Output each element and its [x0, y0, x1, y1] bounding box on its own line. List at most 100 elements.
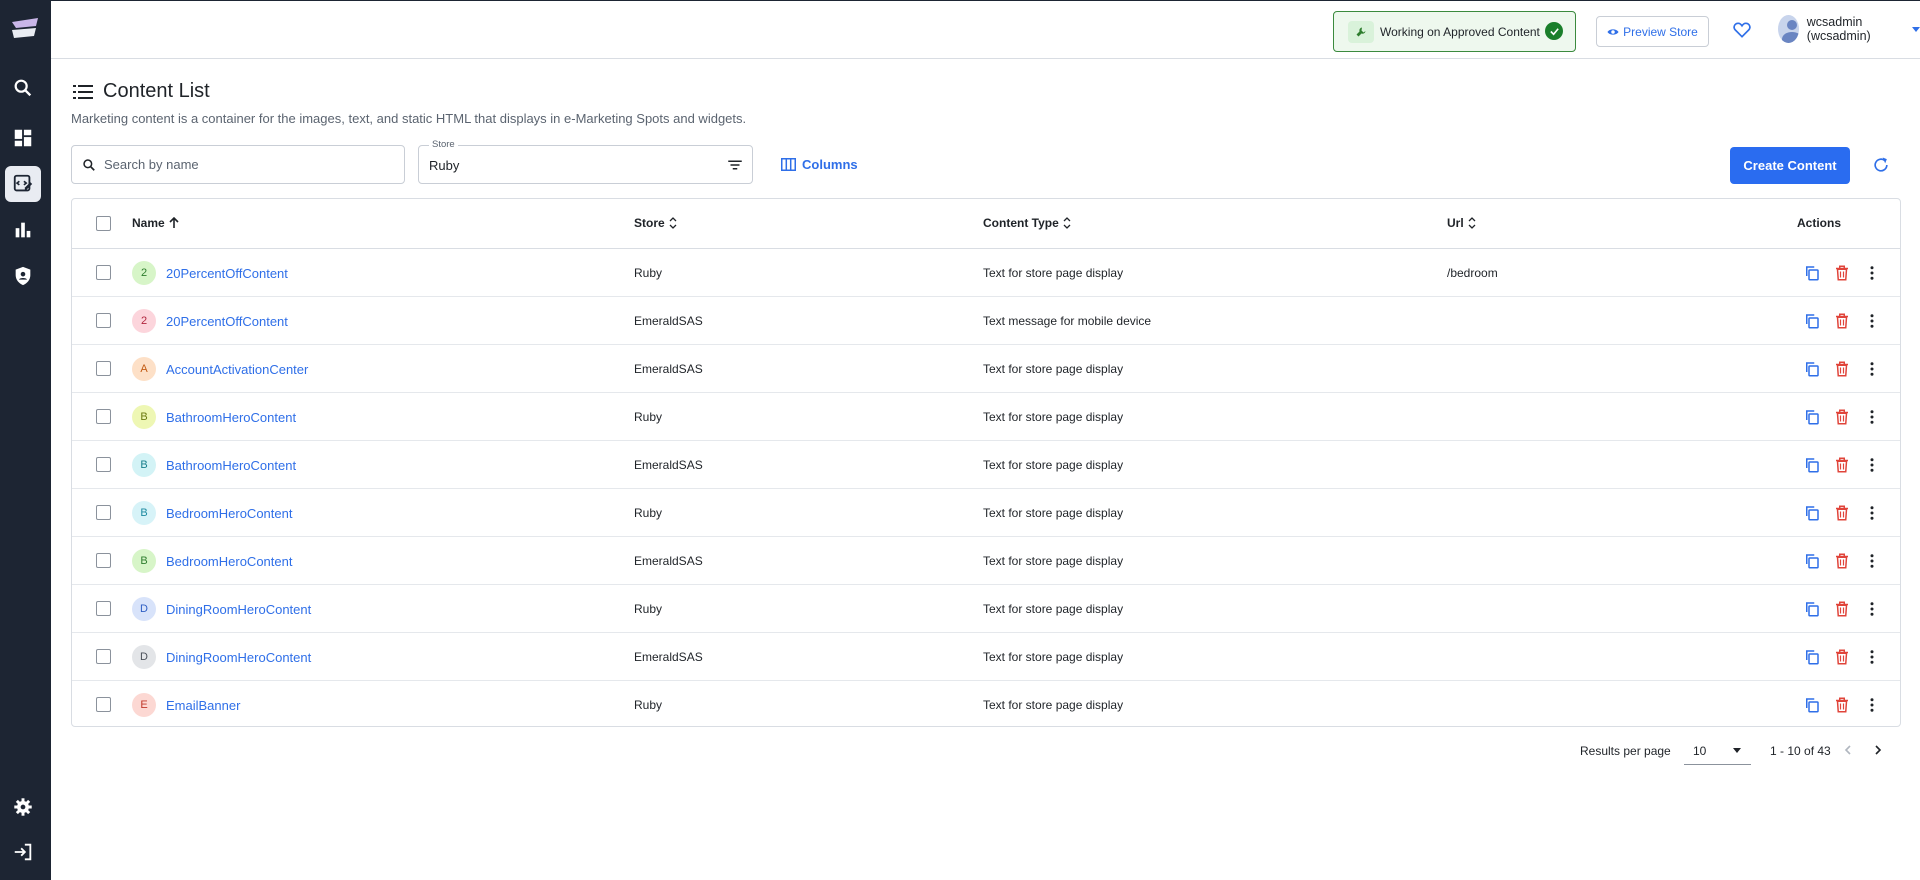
create-content-button[interactable]: Create Content — [1730, 147, 1850, 184]
content-avatar: B — [132, 405, 156, 429]
search-input[interactable] — [104, 157, 384, 172]
row-checkbox[interactable] — [96, 313, 111, 328]
filter-icon[interactable] — [726, 156, 744, 174]
cell-content-type: Text for store page display — [983, 362, 1124, 376]
table-row: D DiningRoomHeroContent Ruby Text for store… — [72, 585, 1900, 633]
delete-icon[interactable] — [1833, 552, 1851, 570]
heart-icon[interactable] — [1732, 20, 1752, 40]
more-vertical-icon[interactable] — [1863, 360, 1881, 378]
delete-icon[interactable] — [1833, 600, 1851, 618]
refresh-icon[interactable] — [1871, 155, 1891, 175]
columns-label: Columns — [802, 157, 858, 172]
more-vertical-icon[interactable] — [1863, 408, 1881, 426]
chevron-right-icon[interactable] — [1872, 744, 1884, 756]
more-vertical-icon[interactable] — [1863, 552, 1881, 570]
copy-icon[interactable] — [1803, 504, 1821, 522]
row-checkbox[interactable] — [96, 265, 111, 280]
content-name-link[interactable]: BathroomHeroContent — [166, 458, 296, 473]
cell-content-type: Text for store page display — [983, 410, 1124, 424]
more-vertical-icon[interactable] — [1863, 264, 1881, 282]
column-header-content-type[interactable]: Content Type — [983, 216, 1071, 230]
top-bar: Working on Approved Content Preview Stor… — [51, 0, 1920, 59]
copy-icon[interactable] — [1803, 696, 1821, 714]
delete-icon[interactable] — [1833, 312, 1851, 330]
store-select-label: Store — [429, 139, 458, 150]
sidebar-logout-button[interactable] — [5, 834, 41, 870]
cell-content-type: Text for store page display — [983, 554, 1124, 568]
column-header-store-label: Store — [634, 216, 665, 230]
select-all-checkbox[interactable] — [96, 216, 111, 231]
bar-chart-icon — [15, 222, 31, 238]
preview-store-button[interactable]: Preview Store — [1596, 16, 1709, 47]
page-subtitle: Marketing content is a container for the… — [71, 111, 747, 126]
cell-store: Ruby — [634, 266, 663, 280]
copy-icon[interactable] — [1803, 312, 1821, 330]
row-checkbox[interactable] — [96, 409, 111, 424]
sidebar-security-button[interactable] — [5, 258, 41, 294]
store-select[interactable]: Store Ruby — [418, 139, 753, 184]
delete-icon[interactable] — [1833, 696, 1851, 714]
content-name-link[interactable]: DiningRoomHeroContent — [166, 602, 311, 617]
copy-icon[interactable] — [1803, 360, 1821, 378]
content-avatar: D — [132, 597, 156, 621]
delete-icon[interactable] — [1833, 408, 1851, 426]
copy-icon[interactable] — [1803, 408, 1821, 426]
content-name-link[interactable]: BedroomHeroContent — [166, 506, 292, 521]
sidebar-settings-button[interactable] — [5, 789, 41, 825]
table-row: B BedroomHeroContent Ruby Text for store pa… — [72, 489, 1900, 537]
content-name-link[interactable]: DiningRoomHeroContent — [166, 650, 311, 665]
row-checkbox[interactable] — [96, 553, 111, 568]
content-avatar: A — [132, 357, 156, 381]
copy-icon[interactable] — [1803, 264, 1821, 282]
row-checkbox[interactable] — [96, 361, 111, 376]
sidebar-analytics-button[interactable] — [5, 212, 41, 248]
copy-icon[interactable] — [1803, 600, 1821, 618]
workspace-status-button[interactable]: Working on Approved Content — [1333, 11, 1576, 52]
delete-icon[interactable] — [1833, 504, 1851, 522]
page-title: Content List — [103, 80, 210, 102]
cell-content-type: Text for store page display — [983, 458, 1124, 472]
table-row: E EmailBanner Ruby Text for store page disp… — [72, 681, 1900, 729]
row-checkbox[interactable] — [96, 457, 111, 472]
content-name-link[interactable]: BedroomHeroContent — [166, 554, 292, 569]
copy-icon[interactable] — [1803, 648, 1821, 666]
row-checkbox[interactable] — [96, 697, 111, 712]
delete-icon[interactable] — [1833, 360, 1851, 378]
results-per-page-label: Results per page — [1580, 744, 1671, 758]
sidebar-content-button[interactable] — [5, 166, 41, 202]
columns-button[interactable]: Columns — [781, 157, 858, 172]
content-name-link[interactable]: 20PercentOffContent — [166, 314, 288, 329]
sidebar-search-button[interactable] — [5, 70, 41, 106]
delete-icon[interactable] — [1833, 456, 1851, 474]
page-title-group: Content List — [73, 80, 210, 103]
content-name-link[interactable]: BathroomHeroContent — [166, 410, 296, 425]
content-code-icon — [13, 174, 33, 192]
column-header-type-label: Content Type — [983, 216, 1059, 230]
more-vertical-icon[interactable] — [1863, 456, 1881, 474]
row-checkbox[interactable] — [96, 505, 111, 520]
user-menu[interactable]: wcsadmin (wcsadmin) — [1778, 15, 1920, 43]
columns-icon — [781, 158, 796, 171]
delete-icon[interactable] — [1833, 648, 1851, 666]
more-vertical-icon[interactable] — [1863, 696, 1881, 714]
cell-store: Ruby — [634, 698, 663, 712]
more-vertical-icon[interactable] — [1863, 504, 1881, 522]
more-vertical-icon[interactable] — [1863, 600, 1881, 618]
row-checkbox[interactable] — [96, 649, 111, 664]
column-header-name[interactable]: Name — [132, 216, 179, 230]
results-per-page-select[interactable]: 10 — [1684, 736, 1751, 765]
delete-icon[interactable] — [1833, 264, 1851, 282]
column-header-url[interactable]: Url — [1447, 216, 1476, 230]
chevron-left-icon[interactable] — [1842, 744, 1854, 756]
content-name-link[interactable]: 20PercentOffContent — [166, 266, 288, 281]
content-name-link[interactable]: AccountActivationCenter — [166, 362, 308, 377]
content-name-link[interactable]: EmailBanner — [166, 698, 240, 713]
copy-icon[interactable] — [1803, 552, 1821, 570]
column-header-store[interactable]: Store — [634, 216, 677, 230]
more-vertical-icon[interactable] — [1863, 312, 1881, 330]
row-checkbox[interactable] — [96, 601, 111, 616]
more-vertical-icon[interactable] — [1863, 648, 1881, 666]
copy-icon[interactable] — [1803, 456, 1821, 474]
cell-store: Ruby — [634, 506, 663, 520]
sidebar-dashboard-button[interactable] — [5, 120, 41, 156]
